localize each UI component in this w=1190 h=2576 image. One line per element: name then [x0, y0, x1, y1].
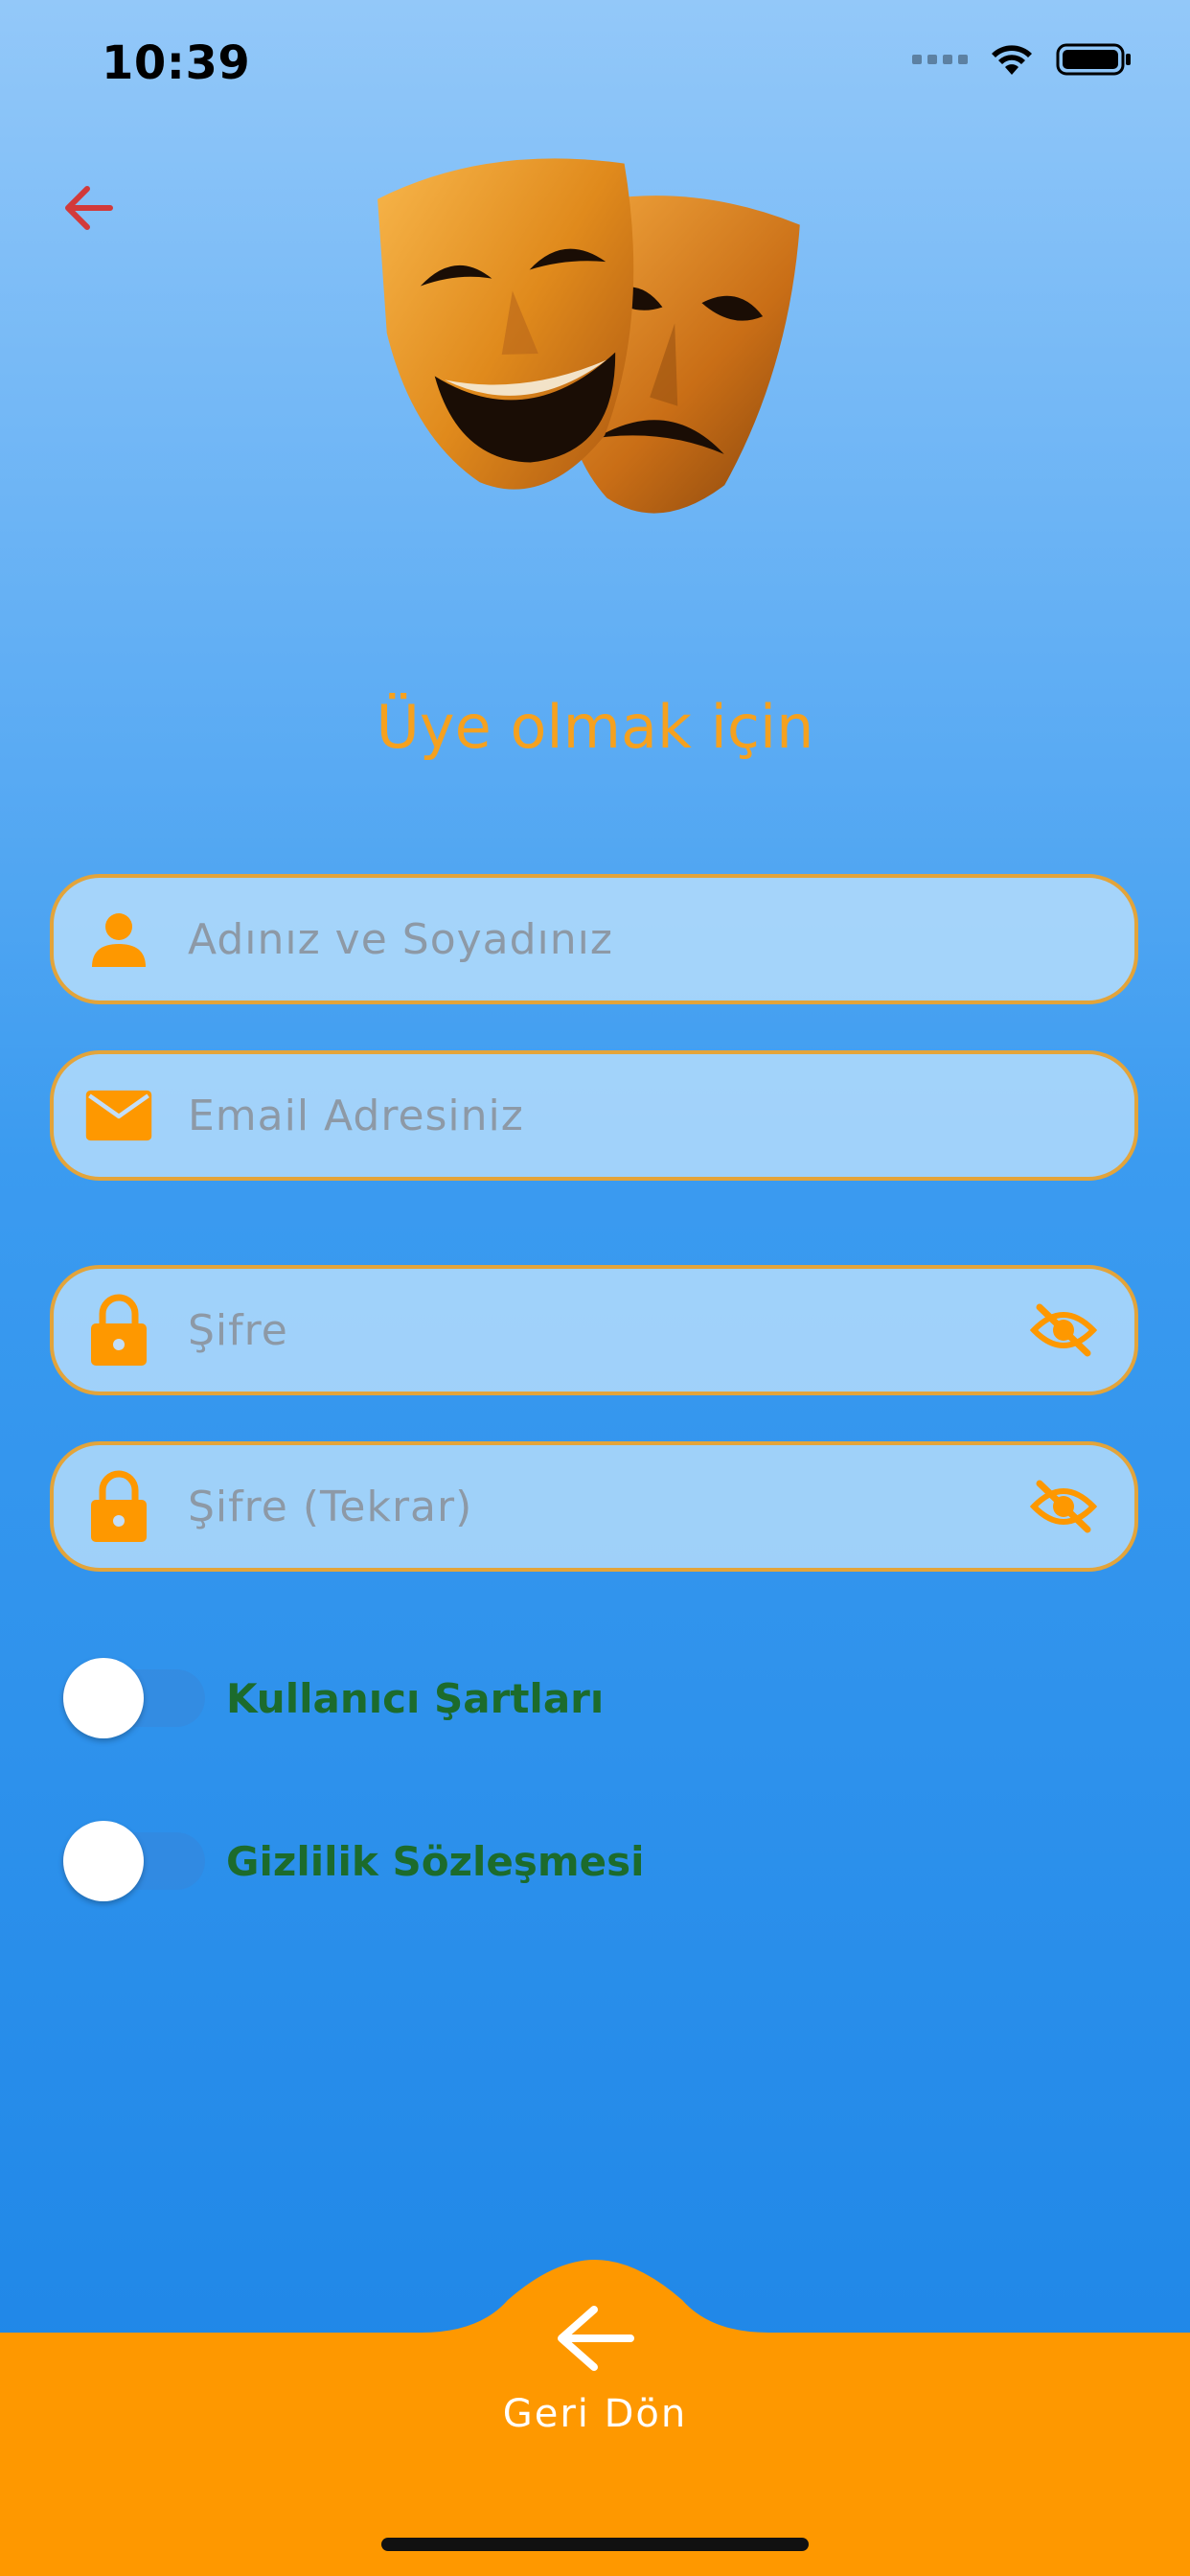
- arrow-left-icon: [558, 2306, 634, 2371]
- person-icon: [84, 905, 153, 974]
- privacy-toggle[interactable]: [61, 1817, 205, 1905]
- battery-icon: [1056, 43, 1131, 76]
- terms-toggle-row: Kullanıcı Şartları: [61, 1654, 604, 1742]
- email-input[interactable]: [186, 1090, 1134, 1141]
- cellular-signal-icon: [912, 55, 968, 64]
- lock-icon: [84, 1294, 153, 1366]
- password-visibility-toggle[interactable]: [1027, 1294, 1100, 1367]
- go-back-label: Geri Dön: [502, 2392, 688, 2436]
- arrow-left-icon: [65, 186, 113, 230]
- eye-off-icon: [1030, 1480, 1097, 1533]
- name-field[interactable]: [50, 874, 1138, 1004]
- eye-off-icon: [1030, 1303, 1097, 1357]
- privacy-toggle-row: Gizlilik Sözleşmesi: [61, 1817, 645, 1905]
- password-field[interactable]: [50, 1265, 1138, 1395]
- password-repeat-field[interactable]: [50, 1441, 1138, 1572]
- password-input[interactable]: [186, 1304, 1027, 1356]
- signup-screen: 10:39 Üye olmak için Adınız ve Soyadınız…: [0, 0, 1190, 2576]
- name-input[interactable]: [186, 913, 1134, 965]
- privacy-label[interactable]: Gizlilik Sözleşmesi: [226, 1838, 645, 1885]
- toggle-knob: [63, 1658, 144, 1738]
- page-title: Üye olmak için: [376, 692, 814, 762]
- terms-toggle[interactable]: [61, 1654, 205, 1742]
- go-back-button[interactable]: Geri Dön: [451, 2300, 739, 2492]
- envelope-icon: [84, 1081, 153, 1150]
- theater-masks-image: [378, 158, 800, 514]
- terms-label[interactable]: Kullanıcı Şartları: [226, 1675, 604, 1722]
- password-repeat-input[interactable]: [186, 1481, 1027, 1532]
- status-icons: [912, 42, 1133, 77]
- email-field[interactable]: [50, 1050, 1138, 1181]
- home-indicator: [381, 2538, 809, 2551]
- back-button[interactable]: [56, 174, 123, 242]
- status-time: 10:39: [102, 36, 251, 90]
- password-repeat-visibility-toggle[interactable]: [1027, 1470, 1100, 1543]
- wifi-icon: [992, 45, 1032, 75]
- toggle-knob: [63, 1821, 144, 1901]
- lock-icon: [84, 1470, 153, 1542]
